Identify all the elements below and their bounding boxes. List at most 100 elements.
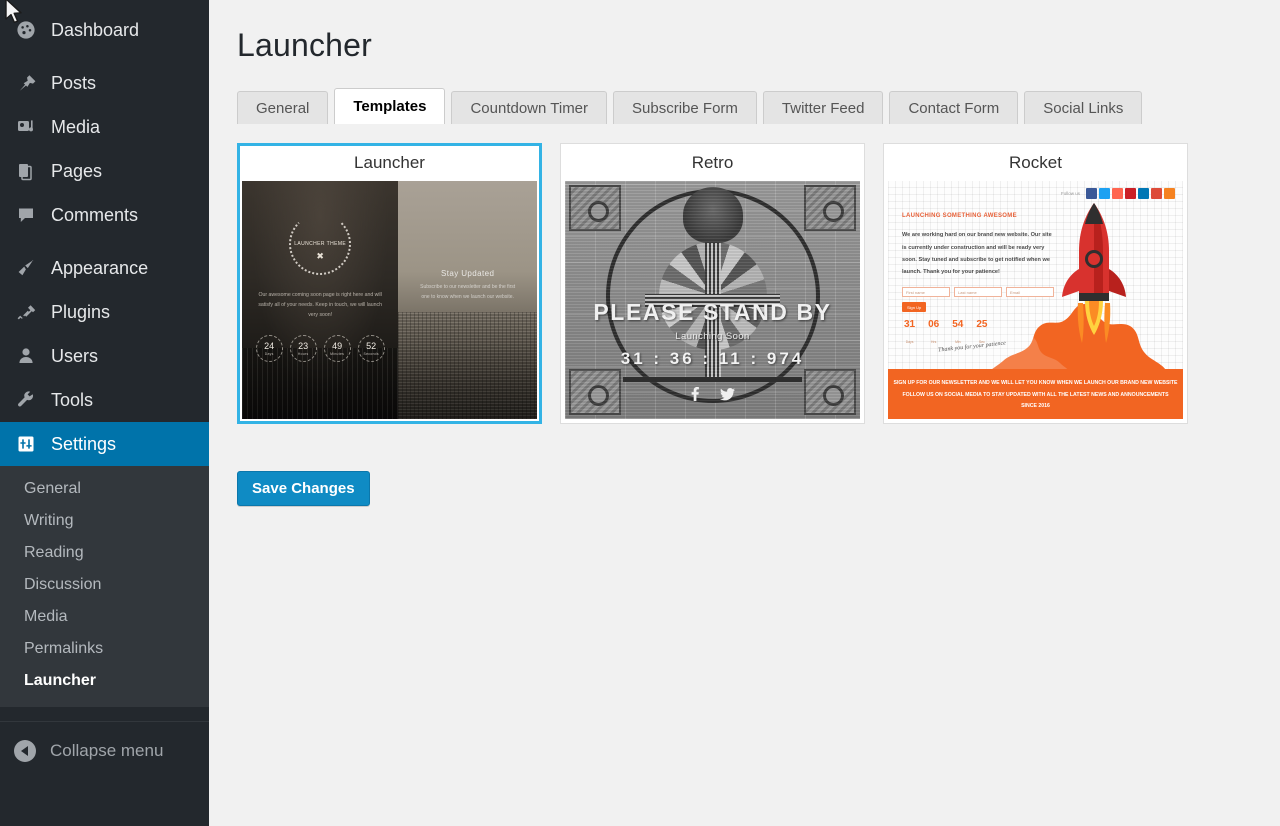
- first-name-field[interactable]: First name: [902, 287, 950, 298]
- submenu-item-general[interactable]: General: [0, 473, 209, 505]
- facebook-icon: [1086, 188, 1097, 200]
- sidebar-item-comments[interactable]: Comments: [0, 193, 209, 237]
- template-preview-rocket: Follow us LAUNCHING SOMETHING AWESOME We…: [888, 181, 1183, 420]
- collapse-menu-button[interactable]: Collapse menu: [0, 722, 209, 780]
- countdown-label: Hrs: [931, 340, 937, 345]
- sidebar-item-label: Dashboard: [51, 19, 140, 40]
- wrench-icon: [14, 390, 38, 410]
- submenu-item-discussion[interactable]: Discussion: [0, 569, 209, 601]
- countdown-label: Days: [264, 351, 274, 356]
- countdown-value: 06: [928, 319, 940, 331]
- sidebar-item-label: Pages: [51, 160, 103, 181]
- stay-updated-heading: Stay Updated: [441, 269, 495, 279]
- stay-updated-subtext: Subscribe to our newsletter and be the f…: [420, 284, 516, 300]
- brush-icon: [14, 258, 38, 278]
- sidebar-item-tools[interactable]: Tools: [0, 378, 209, 422]
- sidebar-item-pages[interactable]: Pages: [0, 149, 209, 193]
- rocket-footer-line-3: SINCE 2016: [1021, 403, 1050, 410]
- googleplus-icon: [1151, 188, 1162, 200]
- crossed-swords-icon: ✖: [316, 251, 324, 262]
- rocket-footer: SIGN UP FOR OUR NEWSLETTER AND WE WILL L…: [888, 369, 1183, 420]
- rocket-heading: LAUNCHING SOMETHING AWESOME: [902, 213, 1017, 220]
- countdown-unit-minutes: 49 Minutes: [323, 335, 351, 363]
- rocket-body-text: We are working hard on our brand new web…: [902, 232, 1052, 276]
- save-changes-button[interactable]: Save Changes: [237, 471, 370, 507]
- countdown-label: Min: [955, 340, 961, 345]
- submenu-item-writing[interactable]: Writing: [0, 505, 209, 537]
- sidebar-divider: [0, 237, 209, 246]
- countdown-unit-days: 31 Days: [904, 320, 915, 348]
- retro-countdown: 31 : 36 : 11 : 974: [620, 349, 805, 369]
- template-card-title: Retro: [691, 153, 734, 173]
- submenu-item-reading[interactable]: Reading: [0, 537, 209, 569]
- pinterest-icon: [1125, 188, 1136, 200]
- email-field[interactable]: Email: [1006, 287, 1054, 298]
- tab-social-links[interactable]: Social Links: [1024, 91, 1143, 125]
- test-pattern-corner: [569, 185, 621, 232]
- rocket-footer-line-1: SIGN UP FOR OUR NEWSLETTER AND WE WILL L…: [893, 380, 1178, 387]
- countdown-value: 49: [332, 340, 343, 351]
- sidebar-item-plugins[interactable]: Plugins: [0, 290, 209, 334]
- admin-sidebar: Dashboard Posts Media Pages Comments App…: [0, 0, 219, 826]
- sidebar-item-posts[interactable]: Posts: [0, 61, 209, 105]
- template-card-retro[interactable]: Retro PLEASE STAND BY Launching Soon 31 …: [560, 143, 865, 425]
- retro-divider-bar: [623, 377, 802, 383]
- sidebar-item-label: Settings: [51, 433, 117, 454]
- submenu-item-media[interactable]: Media: [0, 601, 209, 633]
- tab-templates[interactable]: Templates: [334, 88, 446, 125]
- facebook-icon: [690, 387, 700, 405]
- countdown-label: Minutes: [330, 351, 345, 356]
- sidebar-item-label: Tools: [51, 389, 94, 410]
- rss-icon: [1164, 188, 1175, 200]
- launcher-tagline: Our awesome coming soon page is right he…: [258, 292, 383, 319]
- template-card-list: Launcher Launcher Theme ✖ Our awesome co…: [237, 143, 1260, 425]
- countdown-value: 25: [976, 319, 988, 331]
- sidebar-item-users[interactable]: Users: [0, 334, 209, 378]
- pages-icon: [14, 161, 38, 181]
- rocket-signup-button[interactable]: Sign Up: [902, 302, 927, 313]
- tab-twitter-feed[interactable]: Twitter Feed: [762, 91, 884, 125]
- collapse-section: Collapse menu: [0, 721, 209, 780]
- linkedin-icon: [1138, 188, 1149, 200]
- sidebar-item-dashboard[interactable]: Dashboard: [0, 8, 209, 52]
- sidebar-item-label: Appearance: [51, 257, 149, 278]
- rocket-social-links: Follow us: [1061, 188, 1175, 200]
- instagram-icon: [1112, 188, 1123, 200]
- sidebar-item-label: Media: [51, 116, 101, 137]
- plug-icon: [14, 302, 38, 322]
- collapse-menu-label: Collapse menu: [50, 741, 164, 760]
- comment-icon: [14, 205, 38, 225]
- tab-general[interactable]: General: [237, 91, 329, 125]
- media-icon: [14, 117, 38, 137]
- retro-launching-soon-text: Launching Soon: [675, 331, 750, 343]
- main-content: Launcher General Templates Countdown Tim…: [209, 0, 1280, 826]
- sidebar-item-settings[interactable]: Settings: [0, 422, 219, 466]
- retro-standby-text: PLEASE STAND BY: [593, 299, 832, 326]
- indian-head-icon: [682, 187, 743, 244]
- last-name-field[interactable]: Last name: [954, 287, 1002, 298]
- countdown-value: 52: [366, 340, 377, 351]
- countdown-value: 54: [952, 319, 964, 331]
- tab-subscribe-form[interactable]: Subscribe Form: [613, 91, 757, 125]
- dashboard-icon: [14, 20, 38, 40]
- template-card-launcher[interactable]: Launcher Launcher Theme ✖ Our awesome co…: [237, 143, 542, 425]
- submenu-item-permalinks[interactable]: Permalinks: [0, 633, 209, 665]
- settings-submenu: General Writing Reading Discussion Media…: [0, 466, 209, 707]
- twitter-icon: [720, 388, 736, 405]
- sidebar-item-label: Comments: [51, 204, 139, 225]
- sidebar-item-appearance[interactable]: Appearance: [0, 246, 209, 290]
- tab-countdown-timer[interactable]: Countdown Timer: [451, 91, 608, 125]
- sidebar-item-label: Users: [51, 345, 99, 366]
- template-card-rocket[interactable]: Rocket Follow us LAUNCHING SOMETHING AWE…: [883, 143, 1188, 425]
- submenu-item-launcher[interactable]: Launcher: [0, 665, 209, 697]
- launcher-preview-right-panel: Stay Updated Subscribe to our newsletter…: [398, 181, 537, 420]
- sidebar-item-label: Posts: [51, 72, 97, 93]
- sidebar-item-media[interactable]: Media: [0, 105, 209, 149]
- rocket-illustration-icon: [1051, 199, 1137, 374]
- launcher-preview-left-panel: Launcher Theme ✖ Our awesome coming soon…: [242, 181, 399, 420]
- countdown-unit-seconds: 52 Seconds: [357, 335, 385, 363]
- tab-contact-form[interactable]: Contact Form: [889, 91, 1019, 125]
- template-card-title: Launcher: [354, 153, 425, 173]
- launcher-brand-text: Launcher Theme: [294, 241, 347, 248]
- page-title: Launcher: [237, 27, 373, 63]
